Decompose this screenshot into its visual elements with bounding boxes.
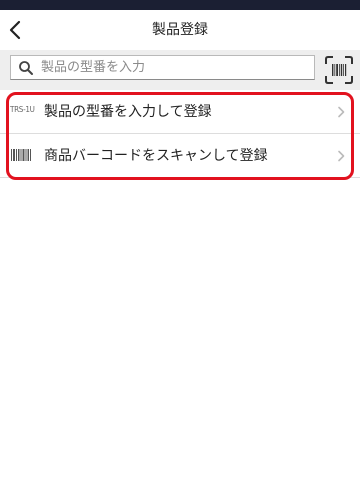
search-icon (19, 61, 33, 75)
chevron-right-icon (338, 106, 345, 118)
search-bar (0, 50, 360, 90)
navigation-bar: 製品登録 (0, 10, 360, 50)
back-button[interactable] (4, 14, 36, 46)
search-input[interactable] (41, 56, 311, 79)
list-item-label: 製品の型番を入力して登録 (44, 104, 212, 120)
model-number-icon: TRS-1U (10, 105, 35, 114)
list-item-label: 商品バーコードをスキャンして登録 (44, 148, 268, 164)
barcode-scan-button[interactable] (324, 55, 354, 85)
registration-options-list: TRS-1U 製品の型番を入力して登録 商品バーコードをスキャンして登録 (0, 90, 360, 178)
page-title: 製品登録 (152, 22, 208, 38)
chevron-right-icon (338, 150, 345, 162)
status-bar (0, 0, 360, 10)
list-item-scan-barcode[interactable]: 商品バーコードをスキャンして登録 (0, 134, 360, 178)
chevron-left-icon (9, 20, 21, 40)
barcode-scan-icon (325, 56, 353, 84)
product-registration-screen: 製品登録 製品の型番を入力 TRS-1U 製品の型番を入力して登録 商品バーコー… (0, 0, 360, 499)
search-field-container (10, 55, 315, 80)
list-item-enter-model-number[interactable]: TRS-1U 製品の型番を入力して登録 (0, 90, 360, 134)
barcode-icon (11, 149, 31, 161)
